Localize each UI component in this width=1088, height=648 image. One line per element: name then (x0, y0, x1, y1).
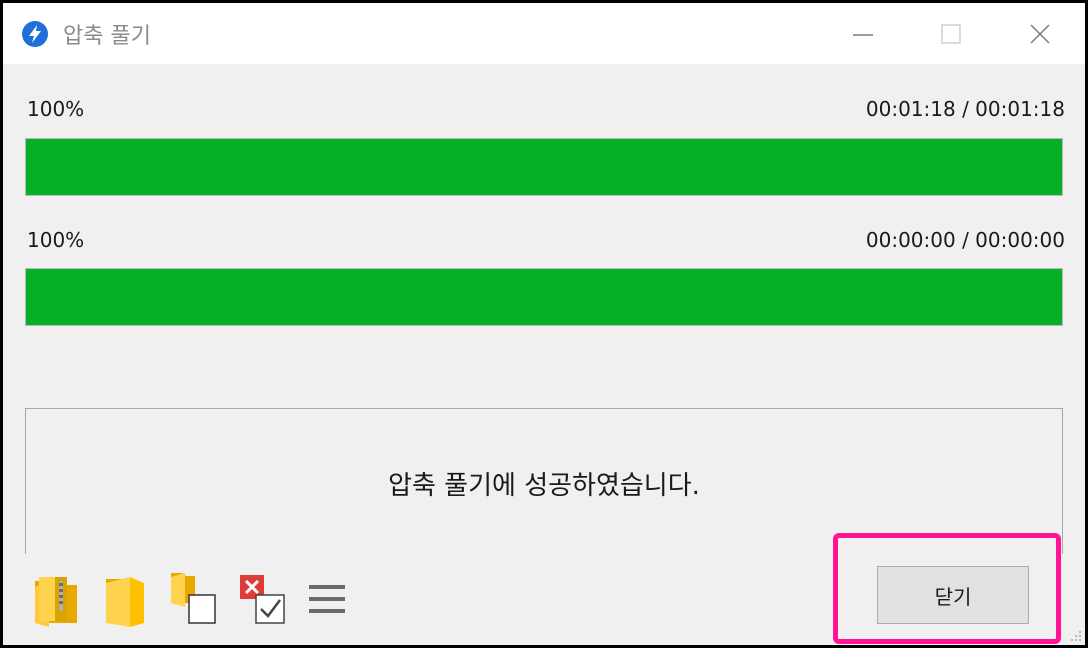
delete-checked-icon[interactable] (236, 569, 288, 629)
menu-icon[interactable] (305, 569, 357, 629)
progress-fill-1 (26, 139, 1062, 195)
maximize-icon (941, 23, 961, 44)
lightning-bolt-icon (22, 21, 48, 47)
progress-percent-1: 100% (27, 97, 85, 121)
extract-dialog: 압축 풀기 100% 00:01:18 / 00:01:18 100% 00:0… (0, 0, 1088, 648)
close-button[interactable]: 닫기 (877, 566, 1029, 624)
resize-grip-icon[interactable] (1069, 629, 1083, 643)
title-bar[interactable]: 압축 풀기 (3, 3, 1085, 64)
progress-percent-2: 100% (27, 228, 85, 252)
window-title: 압축 풀기 (63, 24, 151, 49)
progress-bar-1 (25, 138, 1063, 196)
close-icon (1030, 23, 1050, 44)
maximize-button[interactable] (906, 3, 996, 64)
close-window-button[interactable] (995, 3, 1085, 64)
progress-time-1: 00:01:18 / 00:01:18 (865, 97, 1065, 121)
progress-bar-2 (25, 268, 1063, 326)
status-message: 압축 풀기에 성공하였습니다. (388, 471, 700, 501)
progress-fill-2 (26, 269, 1062, 325)
zip-folder-icon[interactable] (31, 569, 83, 629)
minimize-icon (853, 33, 873, 36)
open-folder-icon[interactable] (100, 569, 152, 629)
copy-icon[interactable] (167, 569, 219, 629)
minimize-button[interactable] (818, 3, 908, 64)
progress-time-2: 00:00:00 / 00:00:00 (865, 228, 1065, 252)
